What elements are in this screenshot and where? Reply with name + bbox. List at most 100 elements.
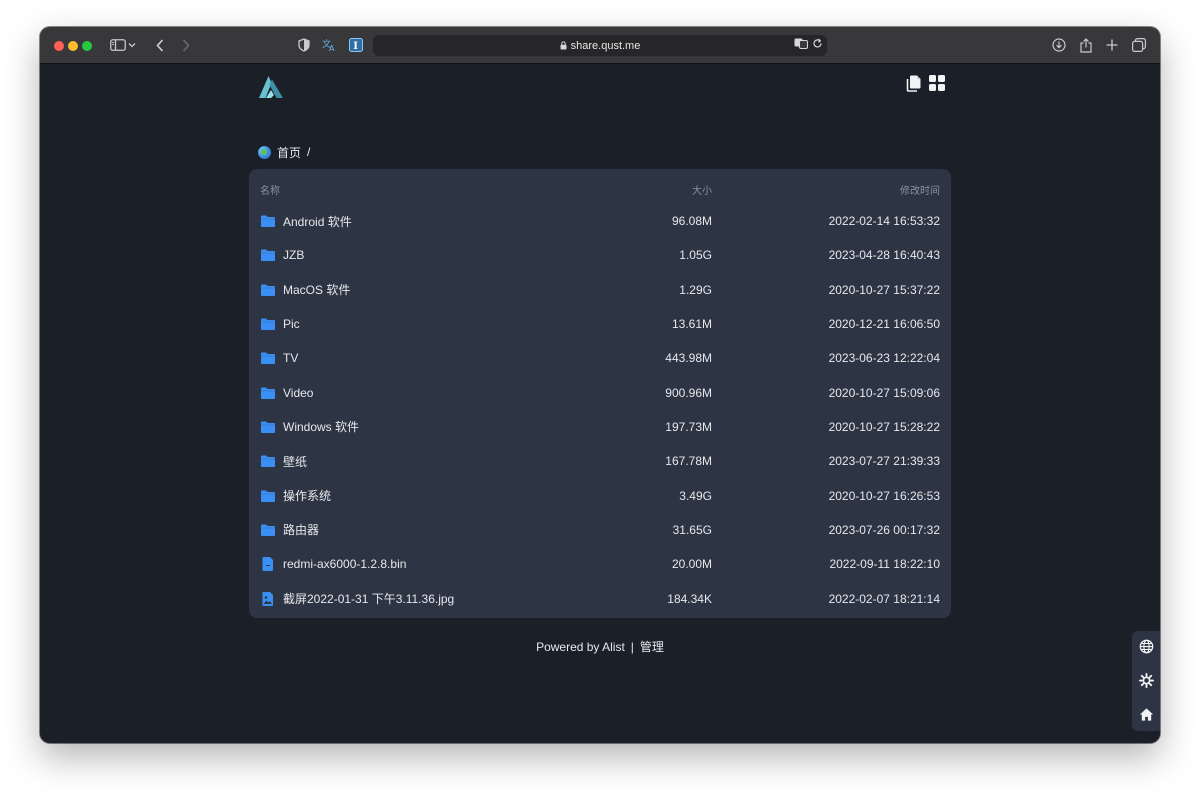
file-size: 1.05G bbox=[679, 248, 712, 263]
file-size: 184.34K bbox=[667, 591, 712, 606]
file-modified: 2023-04-28 16:40:43 bbox=[828, 248, 940, 263]
file-size: 13.61M bbox=[671, 316, 712, 331]
column-header-name[interactable]: 名称 bbox=[260, 182, 280, 197]
file-name[interactable]: redmi-ax6000-1.2.8.bin bbox=[283, 557, 406, 571]
file-row[interactable]: TV 443.98M 2023-06-23 12:22:04 bbox=[249, 341, 951, 375]
file-size: 3.49G bbox=[679, 488, 712, 503]
settings-icon[interactable] bbox=[1139, 673, 1154, 688]
downloads-icon[interactable] bbox=[1049, 35, 1069, 55]
file-size: 167.78M bbox=[665, 454, 712, 469]
close-window-button[interactable] bbox=[54, 41, 64, 51]
sidebar-toggle-icon[interactable] bbox=[108, 35, 128, 55]
file-row[interactable]: Windows 软件 197.73M 2020-10-27 15:28:22 bbox=[249, 410, 951, 444]
file-size: 900.96M bbox=[665, 385, 712, 400]
file-modified: 2020-12-21 16:06:50 bbox=[828, 316, 940, 331]
file-row[interactable]: redmi-ax6000-1.2.8.bin 20.00M 2022-09-11 1… bbox=[249, 547, 951, 581]
earth-icon bbox=[258, 145, 271, 159]
translate-icon[interactable]: 文A bbox=[320, 35, 340, 55]
file-row[interactable]: Pic 13.61M 2020-12-21 16:06:50 bbox=[249, 307, 951, 341]
file-name[interactable]: Android 软件 bbox=[283, 213, 352, 230]
file-modified: 2022-09-11 18:22:10 bbox=[829, 557, 940, 572]
browser-toolbar: 文A I share.qust.me bbox=[40, 27, 1160, 64]
chevron-down-icon[interactable] bbox=[126, 35, 138, 55]
image-file-icon bbox=[262, 591, 273, 606]
folder-icon bbox=[261, 352, 275, 365]
file-name[interactable]: Windows 软件 bbox=[283, 418, 359, 435]
file-modified: 2020-10-27 16:26:53 bbox=[828, 488, 940, 503]
copy-icon[interactable] bbox=[905, 74, 923, 92]
file-name[interactable]: 壁纸 bbox=[283, 453, 307, 470]
file-modified: 2020-10-27 15:37:22 bbox=[828, 282, 940, 297]
file-size: 443.98M bbox=[665, 351, 712, 366]
file-size: 31.65G bbox=[672, 522, 712, 537]
grid-view-icon[interactable] bbox=[928, 74, 946, 92]
powered-by-link[interactable]: Powered by Alist bbox=[536, 640, 625, 654]
file-name[interactable]: Pic bbox=[283, 317, 300, 331]
file-row[interactable]: Android 软件 96.08M 2022-02-14 16:53:32 bbox=[249, 204, 951, 238]
file-name[interactable]: JZB bbox=[283, 248, 304, 262]
side-toolbar bbox=[1132, 631, 1160, 731]
tab-overview-icon[interactable] bbox=[1129, 35, 1149, 55]
file-name[interactable]: MacOS 软件 bbox=[283, 281, 350, 298]
folder-icon bbox=[261, 524, 275, 536]
back-icon[interactable] bbox=[150, 35, 170, 55]
admin-link[interactable]: 管理 bbox=[640, 640, 664, 654]
file-size: 20.00M bbox=[671, 557, 712, 572]
forward-icon[interactable] bbox=[176, 35, 196, 55]
file-modified: 2023-07-26 00:17:32 bbox=[828, 522, 940, 537]
breadcrumb: 首页 / bbox=[258, 144, 310, 160]
alist-logo[interactable] bbox=[257, 74, 285, 100]
breadcrumb-separator: / bbox=[307, 145, 311, 159]
file-row[interactable]: 路由器 31.65G 2023-07-26 00:17:32 bbox=[249, 513, 951, 547]
footer: Powered by Alist | 管理 bbox=[40, 638, 1160, 655]
file-size: 1.29G bbox=[679, 282, 712, 297]
svg-text:A: A bbox=[329, 44, 335, 52]
reader-extension-icon[interactable]: I bbox=[346, 35, 366, 55]
file-size: 96.08M bbox=[671, 214, 712, 228]
folder-icon bbox=[261, 421, 275, 433]
file-modified: 2023-06-23 12:22:04 bbox=[828, 351, 940, 366]
privacy-shield-icon[interactable] bbox=[294, 35, 314, 55]
globe-icon[interactable] bbox=[1139, 639, 1154, 654]
file-name[interactable]: 操作系统 bbox=[283, 487, 331, 504]
address-bar[interactable]: share.qust.me bbox=[373, 35, 827, 56]
reload-icon[interactable] bbox=[812, 38, 823, 49]
new-tab-icon[interactable] bbox=[1102, 35, 1122, 55]
zoom-window-button[interactable] bbox=[82, 41, 92, 51]
file-list: 名称 大小 修改时间 Android 软件 96.08M 2022-02-14 16… bbox=[249, 169, 951, 618]
file-size: 197.73M bbox=[665, 419, 712, 434]
share-icon[interactable] bbox=[1076, 35, 1096, 55]
file-row[interactable]: 截屏2022-01-31 下午3.11.36.jpg 184.34K 2022-02… bbox=[249, 582, 951, 616]
file-row[interactable]: Video 900.96M 2020-10-27 15:09:06 bbox=[249, 376, 951, 410]
column-header-modified[interactable]: 修改时间 bbox=[900, 182, 940, 197]
page-translate-icon[interactable] bbox=[794, 38, 808, 49]
breadcrumb-home[interactable]: 首页 bbox=[277, 144, 301, 161]
browser-window: 文A I share.qust.me 首页 / 名称 大小 修改时间 Andro… bbox=[40, 27, 1160, 743]
folder-icon bbox=[261, 455, 275, 468]
minimize-window-button[interactable] bbox=[68, 41, 78, 51]
file-modified: 2020-10-27 15:28:22 bbox=[828, 419, 940, 434]
folder-icon bbox=[261, 284, 275, 296]
file-modified: 2022-02-07 18:21:14 bbox=[828, 591, 940, 606]
file-row[interactable]: MacOS 软件 1.29G 2020-10-27 15:37:22 bbox=[249, 273, 951, 307]
file-modified: 2020-10-27 15:09:06 bbox=[828, 385, 940, 400]
column-header-size[interactable]: 大小 bbox=[692, 182, 712, 197]
url-text: share.qust.me bbox=[570, 39, 641, 52]
file-modified: 2022-02-14 16:53:32 bbox=[828, 214, 940, 228]
folder-icon bbox=[261, 490, 275, 502]
file-row[interactable]: JZB 1.05G 2023-04-28 16:40:43 bbox=[249, 238, 951, 272]
folder-icon bbox=[261, 215, 275, 227]
file-name[interactable]: 路由器 bbox=[283, 521, 319, 538]
file-name[interactable]: Video bbox=[283, 386, 313, 400]
home-icon[interactable] bbox=[1139, 707, 1154, 722]
file-icon bbox=[262, 557, 273, 572]
file-name[interactable]: TV bbox=[283, 351, 298, 365]
file-name[interactable]: 截屏2022-01-31 下午3.11.36.jpg bbox=[283, 590, 454, 607]
file-row[interactable]: 操作系统 3.49G 2020-10-27 16:26:53 bbox=[249, 479, 951, 513]
page-content: 首页 / 名称 大小 修改时间 Android 软件 96.08M 2022-02-… bbox=[40, 64, 1160, 743]
folder-icon bbox=[261, 387, 275, 399]
folder-icon bbox=[261, 318, 275, 330]
svg-text:I: I bbox=[353, 41, 358, 52]
file-modified: 2023-07-27 21:39:33 bbox=[828, 454, 940, 469]
file-row[interactable]: 壁纸 167.78M 2023-07-27 21:39:33 bbox=[249, 444, 951, 478]
